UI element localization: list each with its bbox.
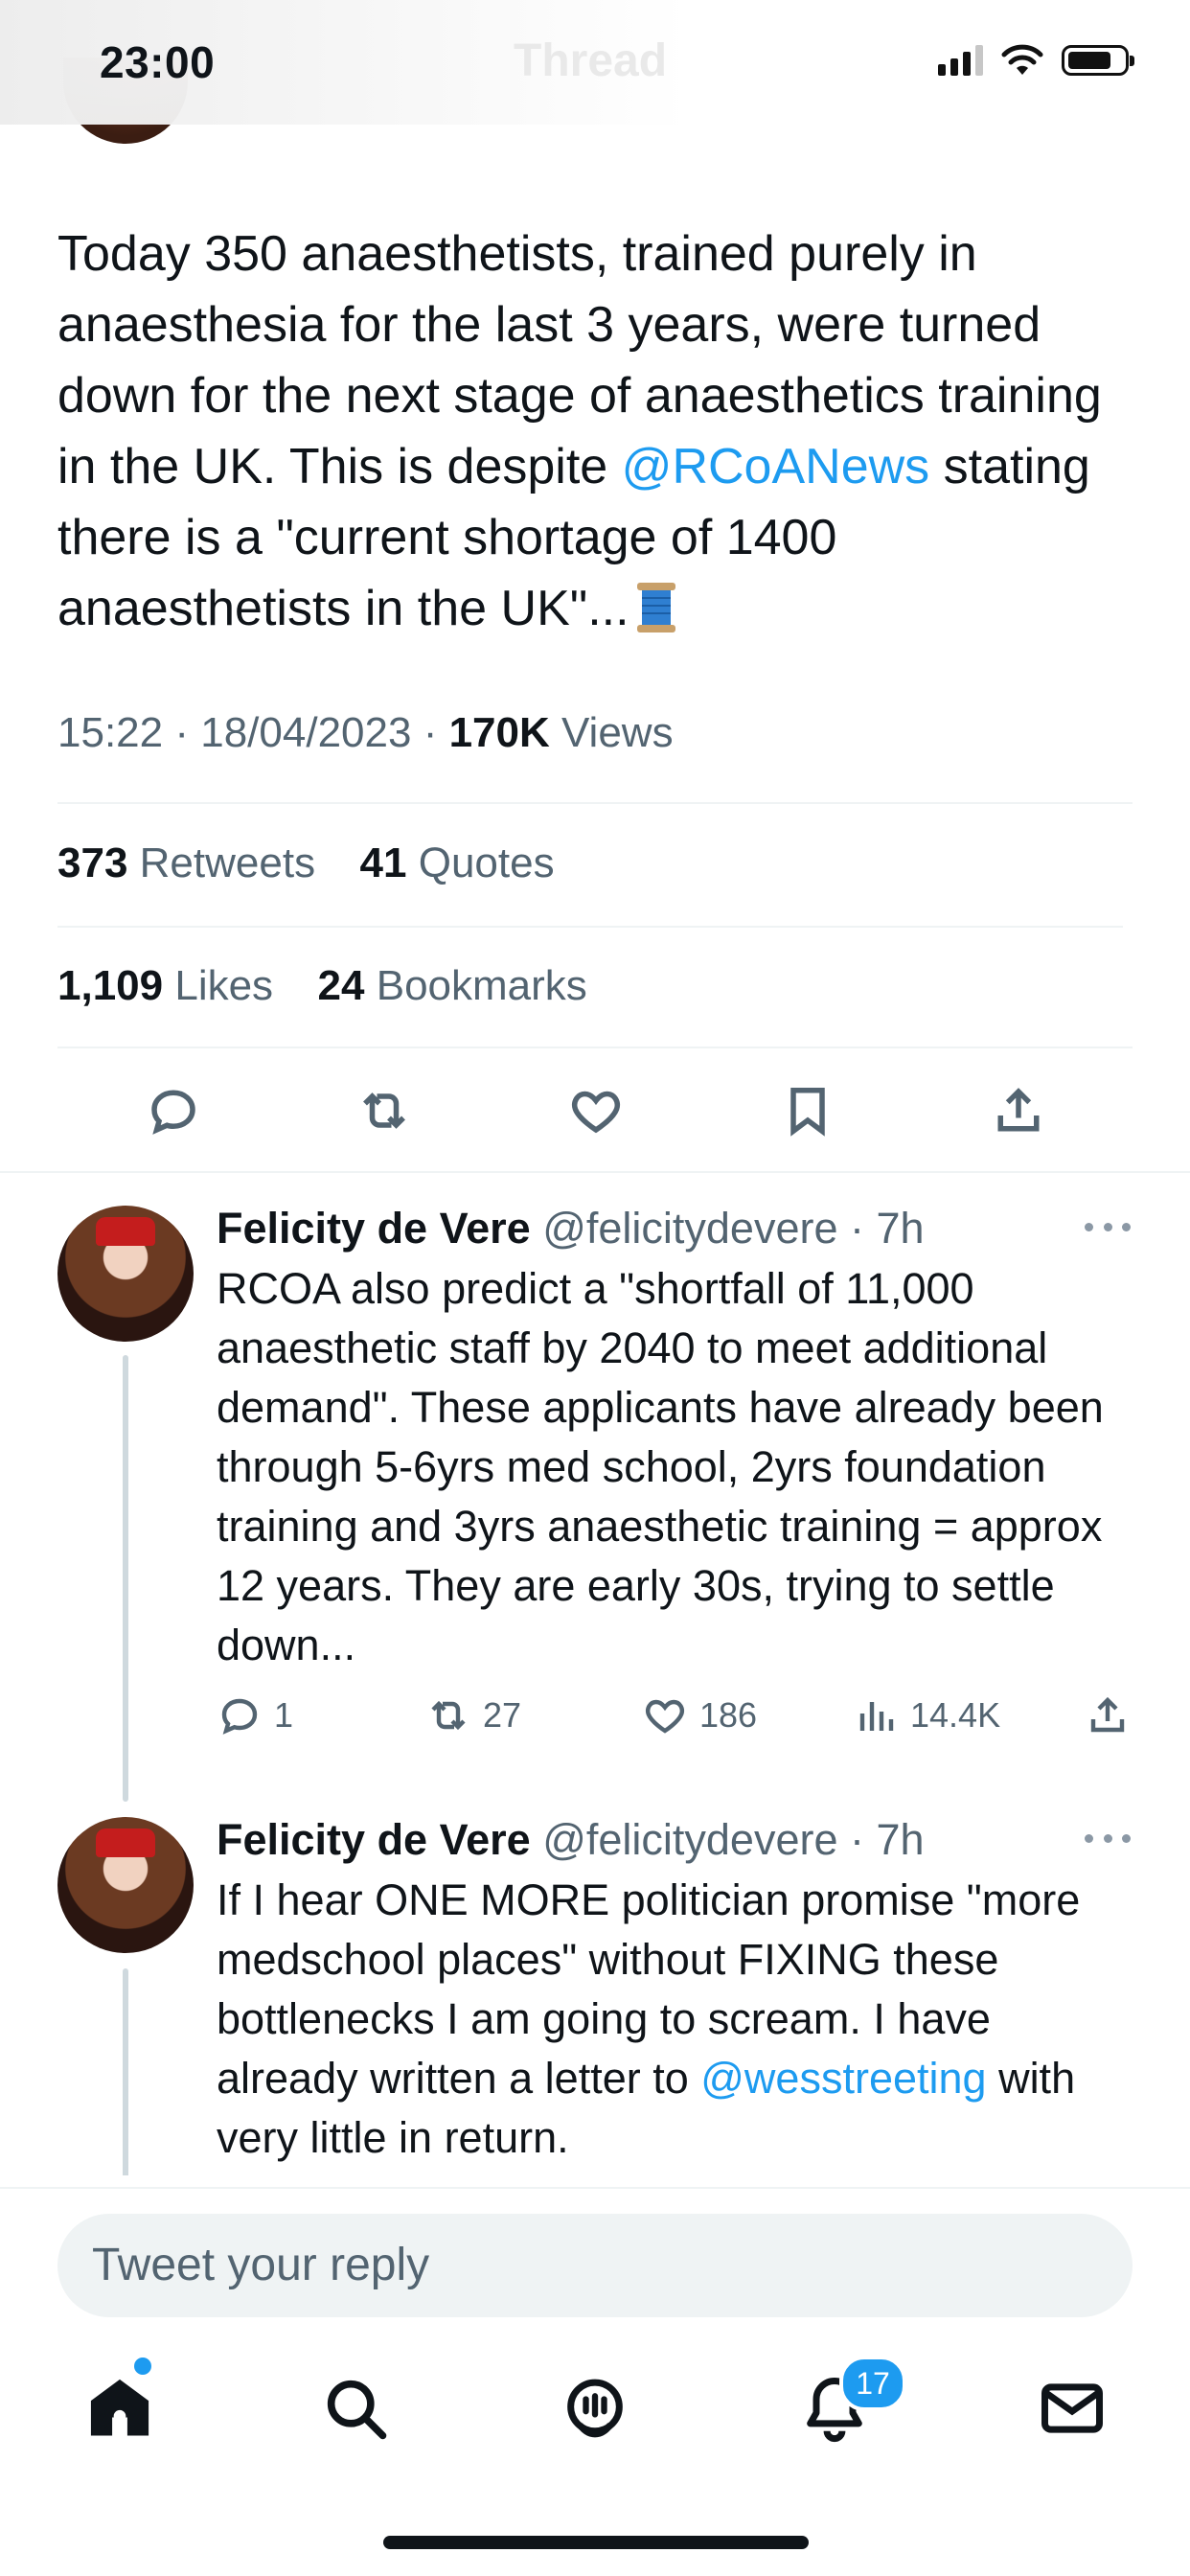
battery-icon — [1062, 45, 1134, 76]
divider — [57, 802, 1133, 804]
more-options-icon[interactable] — [1085, 1208, 1131, 1246]
view-count: 14.4K — [910, 1695, 1001, 1735]
tweet-date: 18/04/2023 — [200, 709, 412, 756]
avatar[interactable] — [57, 1206, 194, 1342]
scroll-clip-edge — [0, 2175, 1190, 2187]
search-icon — [327, 2380, 387, 2440]
reply-button[interactable]: 1 — [217, 1692, 293, 1738]
status-icons — [938, 44, 1134, 77]
views-label[interactable]: Views — [561, 709, 674, 756]
likes-bookmarks-row: 1,109 Likes 24 Bookmarks — [57, 962, 587, 1010]
status-time: 23:00 — [100, 37, 216, 87]
author-name[interactable]: Felicity de Vere — [217, 1204, 531, 1253]
avatar[interactable] — [57, 1817, 194, 1953]
mention-link-wesstreeting[interactable]: @wesstreeting — [700, 2054, 986, 2103]
retweet-icon — [363, 1092, 405, 1129]
quotes-label[interactable]: Quotes — [419, 840, 555, 886]
likes-label[interactable]: Likes — [174, 962, 273, 1009]
divider — [57, 1046, 1133, 1048]
spaces-icon — [567, 2379, 623, 2438]
tab-explore[interactable] — [312, 2365, 399, 2451]
main-tweet-text: Today 350 anaesthetists, trained purely … — [57, 218, 1140, 644]
like-count: 186 — [699, 1695, 758, 1735]
bookmark-button[interactable] — [774, 1077, 841, 1144]
tweet-age: 7h — [876, 1204, 925, 1253]
thread-connector-line — [123, 1355, 128, 1802]
reply-text: RCOA also predict a "shortfall of 11,000… — [217, 1264, 1104, 1669]
author-handle[interactable]: @felicitydevere — [542, 1815, 837, 1864]
retweet-count: 27 — [483, 1695, 522, 1735]
divider — [0, 1171, 1190, 1173]
reply-count: 1 — [274, 1695, 294, 1735]
quotes-count[interactable]: 41 — [360, 840, 407, 886]
bookmarks-count[interactable]: 24 — [318, 962, 365, 1009]
tweet-age: 7h — [876, 1815, 925, 1864]
views-button[interactable]: 14.4K — [853, 1692, 1000, 1738]
share-button[interactable] — [1085, 1692, 1131, 1738]
tab-messages[interactable] — [1029, 2365, 1115, 2451]
share-icon — [997, 1088, 1040, 1132]
reply-header: Felicity de Vere @felicitydevere · 7h — [217, 1815, 925, 1864]
tweet-action-bar — [57, 1077, 1133, 1144]
page-title: Thread — [514, 35, 668, 86]
bar-chart-icon — [859, 1702, 894, 1731]
like-button[interactable] — [562, 1077, 629, 1144]
bookmarks-label[interactable]: Bookmarks — [377, 962, 587, 1009]
reply-button[interactable] — [140, 1077, 207, 1144]
reply-text: If I hear ONE MORE politician promise "m… — [217, 1871, 1136, 2227]
wifi-icon — [1001, 44, 1043, 75]
share-icon — [1090, 1696, 1125, 1733]
tab-spaces[interactable] — [552, 2365, 638, 2451]
likes-count[interactable]: 1,109 — [57, 962, 163, 1009]
reply-action-bar: 1 27 186 14.4K — [217, 1692, 1136, 1746]
bookmark-icon — [790, 1088, 825, 1137]
mention-link-rcoanews[interactable]: @RCoANews — [622, 439, 930, 494]
thread-connector-line — [123, 1968, 128, 2189]
views-count[interactable]: 170K — [449, 709, 550, 756]
tweet-reply-input[interactable]: Tweet your reply — [57, 2214, 1133, 2317]
reply-icon — [221, 1698, 258, 1735]
divider — [57, 926, 1123, 928]
retweet-button[interactable] — [351, 1077, 418, 1144]
thread-spool-emoji-icon — [636, 583, 675, 632]
like-button[interactable]: 186 — [642, 1692, 757, 1738]
retweets-label[interactable]: Retweets — [140, 840, 315, 886]
heart-icon — [572, 1091, 620, 1134]
reply-composer-bar: Tweet your reply — [0, 2187, 1190, 2323]
retweets-count[interactable]: 373 — [57, 840, 127, 886]
author-name[interactable]: Felicity de Vere — [217, 1815, 531, 1864]
status-bar: 23:00 Thread — [0, 0, 1190, 125]
tab-home[interactable] — [77, 2365, 163, 2451]
heart-icon — [646, 1699, 684, 1734]
retweet-button[interactable]: 27 — [425, 1692, 521, 1738]
envelope-icon — [1041, 2383, 1103, 2433]
thread-screen: 23:00 Thread Today 350 anaesthetists, tr… — [0, 0, 1190, 2576]
cellular-signal-icon — [938, 45, 983, 76]
share-button[interactable] — [985, 1077, 1052, 1144]
tweet-time: 15:22 — [57, 709, 164, 756]
more-options-icon[interactable] — [1085, 1819, 1131, 1857]
retweet-icon — [431, 1700, 466, 1731]
reply-header: Felicity de Vere @felicitydevere · 7h — [217, 1204, 925, 1253]
retweets-quotes-row: 373 Retweets 41 Quotes — [57, 840, 555, 887]
home-indicator — [383, 2536, 809, 2549]
home-icon — [90, 2379, 149, 2436]
reply-icon — [151, 1090, 195, 1135]
notifications-badge: 17 — [839, 2356, 906, 2411]
author-handle[interactable]: @felicitydevere — [542, 1204, 837, 1253]
tweet-meta: 15:22 · 18/04/2023 · 170K Views — [57, 709, 674, 756]
